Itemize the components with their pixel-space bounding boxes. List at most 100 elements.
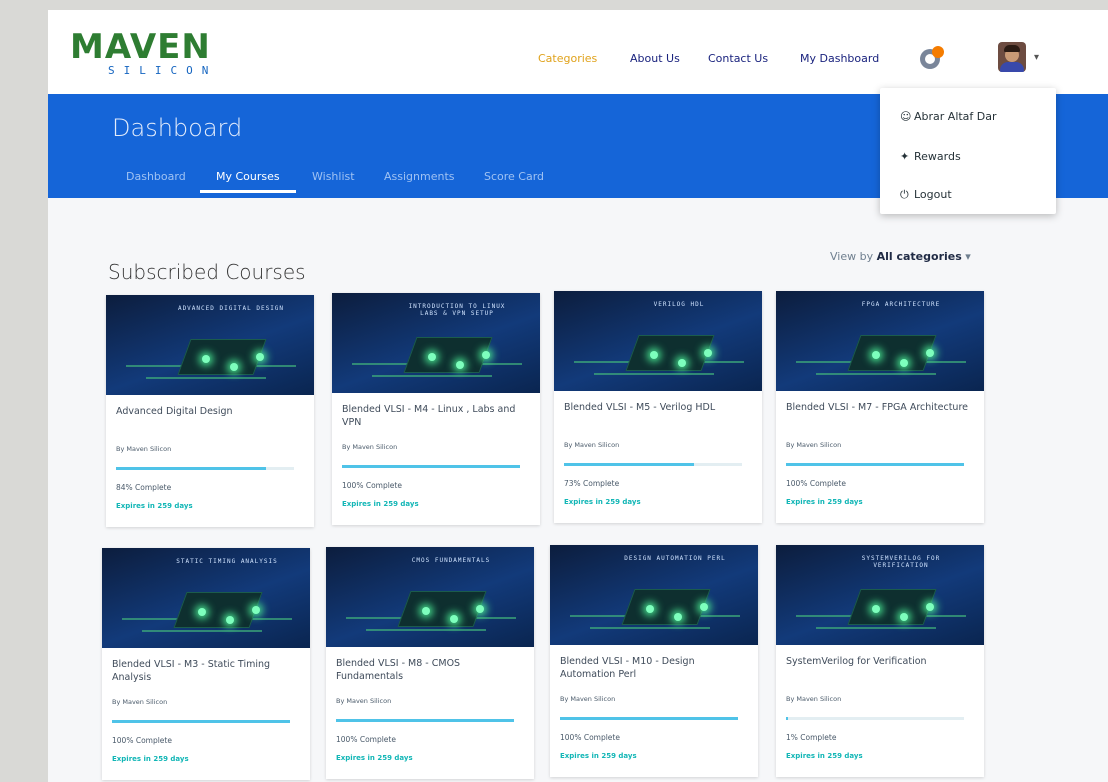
course-card[interactable]: VERILOG HDL Blended VLSI - M5 - Verilog … (554, 291, 762, 523)
course-title[interactable]: Blended VLSI - M7 - FPGA Architecture (786, 401, 972, 414)
expiry-label: Expires in 259 days (560, 752, 637, 760)
course-thumbnail[interactable]: DESIGN AUTOMATION PERL (550, 545, 758, 645)
progress-bar (112, 720, 290, 723)
progress-bar (336, 719, 514, 722)
tab-my-courses[interactable]: My Courses (216, 170, 280, 183)
menu-item-profile[interactable]: ☺ Abrar Altaf Dar (900, 110, 997, 123)
course-title[interactable]: SystemVerilog for Verification (786, 655, 972, 668)
menu-item-rewards[interactable]: ✦ Rewards (900, 150, 961, 163)
active-tab-indicator (200, 190, 296, 193)
tab-assignments[interactable]: Assignments (384, 170, 455, 183)
course-author: By Maven Silicon (336, 697, 392, 705)
section-title: Subscribed Courses (108, 260, 306, 284)
nav-categories[interactable]: Categories (538, 52, 597, 65)
tab-score-card[interactable]: Score Card (484, 170, 544, 183)
view-by-filter[interactable]: View by All categories ▾ (830, 250, 971, 263)
progress-fill (564, 463, 694, 466)
course-title[interactable]: Blended VLSI - M8 - CMOS Fundamentals (336, 657, 522, 683)
progress-fill (560, 717, 738, 720)
thumbnail-caption: INTRODUCTION TO LINUX LABS & VPN SETUP (408, 303, 506, 317)
progress-fill (786, 717, 788, 720)
progress-label: 73% Complete (564, 479, 620, 488)
maven-silicon-logo[interactable]: MAVEN SILICON (70, 30, 217, 77)
course-card[interactable]: CMOS FUNDAMENTALS Blended VLSI - M8 - CM… (326, 547, 534, 779)
expiry-label: Expires in 259 days (116, 502, 193, 510)
page-title: Dashboard (112, 114, 243, 142)
top-navbar: MAVEN SILICON Categories About Us Contac… (48, 10, 1108, 94)
course-card[interactable]: INTRODUCTION TO LINUX LABS & VPN SETUP B… (332, 293, 540, 525)
power-icon: ⏻ (900, 188, 909, 201)
course-card[interactable]: DESIGN AUTOMATION PERL Blended VLSI - M1… (550, 545, 758, 777)
view-by-value: All categories (876, 250, 962, 263)
chevron-down-icon[interactable]: ▾ (1034, 52, 1039, 63)
progress-label: 100% Complete (560, 733, 620, 742)
tab-wishlist[interactable]: Wishlist (312, 170, 355, 183)
expiry-label: Expires in 259 days (336, 754, 413, 762)
thumbnail-caption: ADVANCED DIGITAL DESIGN (177, 305, 285, 312)
user-icon: ☺ (900, 110, 912, 123)
expiry-label: Expires in 259 days (786, 498, 863, 506)
tab-dashboard[interactable]: Dashboard (126, 170, 186, 183)
notification-icon[interactable] (918, 44, 946, 72)
chevron-down-icon: ▾ (965, 250, 971, 263)
thumbnail-caption: SYSTEMVERILOG FOR VERIFICATION (861, 555, 941, 569)
progress-bar (786, 463, 964, 466)
progress-bar (342, 465, 520, 468)
course-author: By Maven Silicon (564, 441, 620, 449)
browser-page: MAVEN SILICON Categories About Us Contac… (48, 10, 1108, 782)
nav-contact-us[interactable]: Contact Us (708, 52, 768, 65)
progress-label: 1% Complete (786, 733, 837, 742)
logo-subtext: SILICON (108, 64, 218, 77)
course-card[interactable]: ADVANCED DIGITAL DESIGN Advanced Digital… (106, 295, 314, 527)
expiry-label: Expires in 259 days (342, 500, 419, 508)
progress-bar (560, 717, 738, 720)
user-dropdown-menu: ☺ Abrar Altaf Dar ✦ Rewards ⏻ Logout (880, 88, 1056, 214)
course-author: By Maven Silicon (786, 695, 842, 703)
progress-bar (786, 717, 964, 720)
menu-item-label: Rewards (914, 150, 961, 163)
course-title[interactable]: Blended VLSI - M10 - Design Automation P… (560, 655, 746, 681)
progress-fill (112, 720, 290, 723)
course-thumbnail[interactable]: INTRODUCTION TO LINUX LABS & VPN SETUP (332, 293, 540, 393)
logo-text: MAVEN (70, 27, 211, 67)
thumbnail-caption: STATIC TIMING ANALYSIS (176, 558, 278, 565)
avatar[interactable] (998, 42, 1026, 72)
course-author: By Maven Silicon (342, 443, 398, 451)
thumbnail-caption: CMOS FUNDAMENTALS (411, 557, 491, 564)
course-author: By Maven Silicon (116, 445, 172, 453)
thumbnail-caption: FPGA ARCHITECTURE (861, 301, 941, 308)
expiry-label: Expires in 259 days (112, 755, 189, 763)
progress-label: 84% Complete (116, 483, 172, 492)
course-thumbnail[interactable]: FPGA ARCHITECTURE (776, 291, 984, 391)
progress-label: 100% Complete (786, 479, 846, 488)
expiry-label: Expires in 259 days (786, 752, 863, 760)
course-thumbnail[interactable]: STATIC TIMING ANALYSIS (102, 548, 310, 648)
course-thumbnail[interactable]: ADVANCED DIGITAL DESIGN (106, 295, 314, 395)
nav-about-us[interactable]: About Us (630, 52, 680, 65)
course-card[interactable]: STATIC TIMING ANALYSIS Blended VLSI - M3… (102, 548, 310, 780)
course-title[interactable]: Blended VLSI - M5 - Verilog HDL (564, 401, 750, 414)
progress-bar (564, 463, 742, 466)
nav-my-dashboard[interactable]: My Dashboard (800, 52, 879, 65)
course-author: By Maven Silicon (786, 441, 842, 449)
progress-label: 100% Complete (342, 481, 402, 490)
course-title[interactable]: Advanced Digital Design (116, 405, 302, 418)
progress-label: 100% Complete (336, 735, 396, 744)
course-author: By Maven Silicon (112, 698, 168, 706)
course-thumbnail[interactable]: VERILOG HDL (554, 291, 762, 391)
menu-item-logout[interactable]: ⏻ Logout (900, 188, 952, 202)
progress-bar (116, 467, 294, 470)
thumbnail-caption: DESIGN AUTOMATION PERL (624, 555, 726, 562)
course-title[interactable]: Blended VLSI - M3 - Static Timing Analys… (112, 658, 298, 684)
course-card[interactable]: FPGA ARCHITECTURE Blended VLSI - M7 - FP… (776, 291, 984, 523)
course-card[interactable]: SYSTEMVERILOG FOR VERIFICATION SystemVer… (776, 545, 984, 777)
progress-label: 100% Complete (112, 736, 172, 745)
menu-item-label: Logout (914, 188, 952, 201)
course-thumbnail[interactable]: SYSTEMVERILOG FOR VERIFICATION (776, 545, 984, 645)
course-author: By Maven Silicon (560, 695, 616, 703)
progress-fill (336, 719, 514, 722)
course-title[interactable]: Blended VLSI - M4 - Linux , Labs and VPN (342, 403, 528, 429)
progress-fill (342, 465, 520, 468)
progress-fill (116, 467, 266, 470)
course-thumbnail[interactable]: CMOS FUNDAMENTALS (326, 547, 534, 647)
